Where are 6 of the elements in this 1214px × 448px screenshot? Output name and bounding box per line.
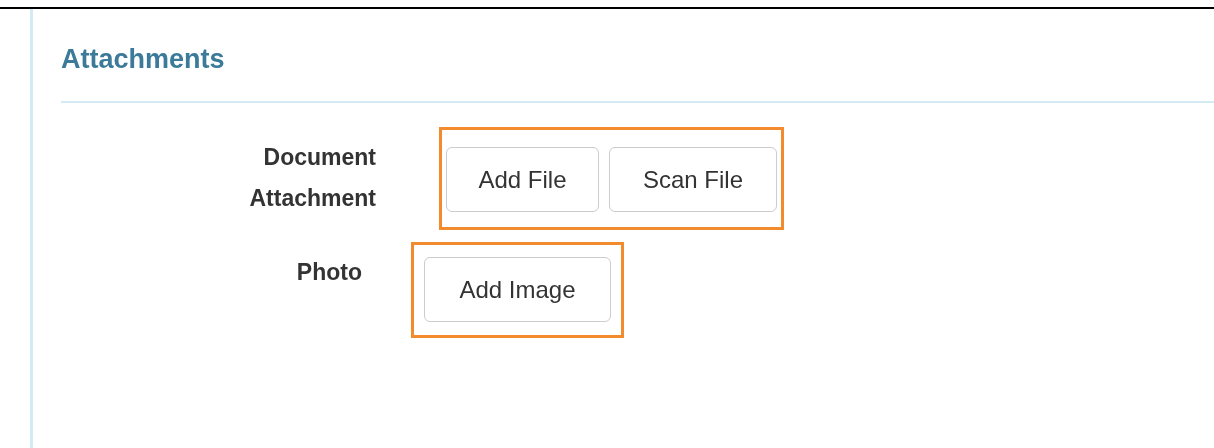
field-label: Photo xyxy=(295,258,362,287)
file-button[interactable]: Add Image xyxy=(424,257,611,322)
file-button[interactable]: Scan File xyxy=(609,147,777,212)
section-title: Attachments xyxy=(61,43,226,75)
file-button[interactable]: Add File xyxy=(446,147,599,212)
field-label: Document Attachment xyxy=(248,143,376,213)
